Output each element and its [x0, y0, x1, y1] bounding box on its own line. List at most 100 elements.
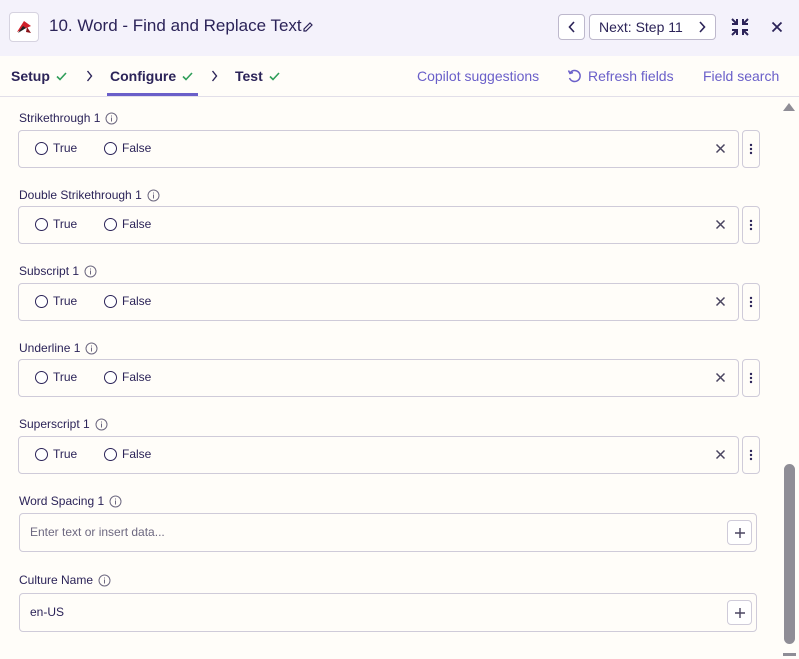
- collapse-icon[interactable]: [730, 17, 750, 42]
- radio-circle[interactable]: [104, 447, 117, 461]
- radio-group-subscript: True False: [18, 283, 739, 321]
- plus-icon: [734, 607, 745, 618]
- field-label-culture-name: Culture Name: [19, 573, 111, 587]
- info-icon[interactable]: [84, 265, 97, 278]
- tab-configure-label: Configure: [110, 68, 177, 84]
- insert-data-button[interactable]: [727, 600, 752, 625]
- plus-icon: [734, 527, 745, 538]
- field-menu-button[interactable]: [742, 359, 760, 397]
- radio-false[interactable]: False: [104, 370, 151, 384]
- radio-label: True: [53, 141, 78, 155]
- clear-x-icon[interactable]: [715, 143, 726, 154]
- radio-circle[interactable]: [35, 294, 48, 308]
- radio-group-double-strikethrough: True False: [18, 206, 739, 244]
- kebab-icon: [749, 143, 753, 155]
- field-label-underline: Underline 1: [19, 341, 98, 355]
- pencil-icon[interactable]: [302, 20, 314, 38]
- field-label-text: Superscript 1: [19, 417, 90, 431]
- insert-data-button[interactable]: [727, 520, 752, 545]
- radio-circle[interactable]: [35, 370, 48, 384]
- kebab-icon: [749, 296, 753, 308]
- radio-group-strikethrough: True False: [18, 130, 739, 168]
- radio-label: False: [122, 370, 152, 384]
- radio-true[interactable]: True: [35, 370, 77, 384]
- field-label-text: Double Strikethrough 1: [19, 188, 142, 202]
- copilot-suggestions-label: Copilot suggestions: [417, 68, 540, 84]
- radio-false[interactable]: False: [104, 141, 151, 155]
- radio-circle[interactable]: [35, 447, 48, 461]
- step-title[interactable]: 10. Word - Find and Replace Text: [49, 16, 302, 36]
- info-icon[interactable]: [98, 574, 111, 587]
- tab-setup[interactable]: Setup: [11, 68, 67, 84]
- input-placeholder: Enter text or insert data...: [30, 525, 165, 539]
- radio-true[interactable]: True: [35, 141, 77, 155]
- input-value: en-US: [30, 605, 65, 619]
- checkmark-icon: [182, 71, 193, 81]
- radio-circle[interactable]: [35, 217, 48, 231]
- refresh-fields-label: Refresh fields: [588, 68, 674, 84]
- close-icon[interactable]: [771, 20, 783, 38]
- clear-x-icon[interactable]: [715, 449, 726, 460]
- radio-false[interactable]: False: [104, 447, 151, 461]
- next-step-button[interactable]: Next: Step 11: [589, 14, 716, 40]
- field-label-text: Underline 1: [19, 341, 81, 355]
- field-label-text: Culture Name: [19, 573, 94, 587]
- tab-setup-label: Setup: [11, 68, 50, 84]
- radio-group-underline: True False: [18, 359, 739, 397]
- radio-group-superscript: True False: [18, 436, 739, 474]
- tab-test[interactable]: Test: [235, 68, 280, 84]
- clear-x-icon[interactable]: [715, 372, 726, 383]
- info-icon[interactable]: [109, 495, 122, 508]
- radio-label: True: [53, 294, 78, 308]
- radio-label: False: [122, 294, 152, 308]
- clear-x-icon[interactable]: [715, 296, 726, 307]
- scroll-down-arrow[interactable]: [783, 653, 796, 656]
- radio-circle[interactable]: [104, 217, 117, 231]
- field-menu-button[interactable]: [742, 206, 760, 244]
- word-spacing-input[interactable]: Enter text or insert data...: [19, 513, 757, 552]
- radio-label: True: [53, 370, 78, 384]
- culture-name-input[interactable]: en-US: [19, 593, 757, 632]
- next-step-label: Next: Step 11: [599, 19, 683, 35]
- active-tab-indicator: [107, 93, 198, 96]
- radio-true[interactable]: True: [35, 447, 77, 461]
- field-label-superscript: Superscript 1: [19, 417, 108, 431]
- radio-true[interactable]: True: [35, 217, 77, 231]
- chevron-left-icon: [567, 21, 575, 33]
- tab-configure[interactable]: Configure: [110, 68, 193, 84]
- radio-circle[interactable]: [104, 141, 117, 155]
- refresh-fields-button[interactable]: Refresh fields: [567, 68, 674, 84]
- copilot-suggestions-link[interactable]: Copilot suggestions: [417, 68, 539, 84]
- scroll-up-arrow-icon[interactable]: [782, 102, 796, 112]
- radio-true[interactable]: True: [35, 294, 77, 308]
- field-search-link[interactable]: Field search: [703, 68, 779, 84]
- field-menu-button[interactable]: [742, 130, 760, 168]
- step-header: 10. Word - Find and Replace Text Next: S…: [0, 0, 799, 56]
- field-label-double-strikethrough: Double Strikethrough 1: [19, 188, 160, 202]
- field-label-strikethrough: Strikethrough 1: [19, 111, 118, 125]
- radio-circle[interactable]: [35, 141, 48, 155]
- chevron-right-icon: [86, 70, 93, 82]
- field-menu-button[interactable]: [742, 436, 760, 474]
- radio-false[interactable]: False: [104, 294, 151, 308]
- info-icon[interactable]: [85, 342, 98, 355]
- chevron-right-icon: [211, 70, 218, 82]
- field-label-text: Strikethrough 1: [19, 111, 101, 125]
- radio-circle[interactable]: [104, 370, 117, 384]
- radio-label: False: [122, 447, 152, 461]
- radio-false[interactable]: False: [104, 217, 151, 231]
- checkmark-icon: [269, 71, 280, 81]
- radio-circle[interactable]: [104, 294, 117, 308]
- previous-step-button[interactable]: [558, 14, 585, 40]
- info-icon[interactable]: [147, 189, 160, 202]
- clear-x-icon[interactable]: [715, 219, 726, 230]
- radio-label: False: [122, 141, 152, 155]
- info-icon[interactable]: [105, 112, 118, 125]
- field-menu-button[interactable]: [742, 283, 760, 321]
- step-tabs: Setup Configure Test Copilot suggestions…: [0, 56, 799, 97]
- radio-label: True: [53, 217, 78, 231]
- scrollbar-thumb[interactable]: [784, 464, 795, 644]
- refresh-icon: [567, 69, 581, 82]
- info-icon[interactable]: [95, 418, 108, 431]
- kebab-icon: [749, 219, 753, 231]
